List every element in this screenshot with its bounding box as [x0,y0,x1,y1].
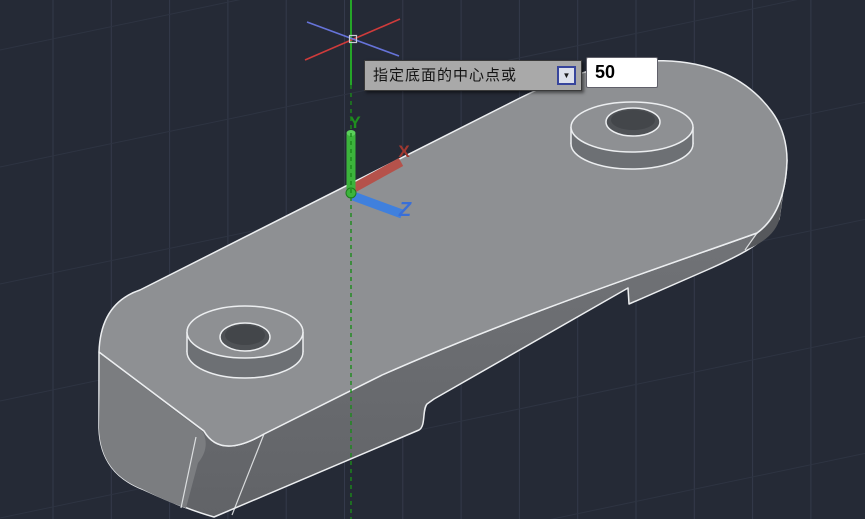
ucs-x-label: X [398,142,410,161]
hole-shadow [611,110,655,130]
boss-cylinder-right[interactable] [570,101,694,170]
boss-cylinder-left[interactable] [186,305,304,379]
autocad-viewport[interactable]: X Y Z 指定底面的中心点或 ▼ 50 [0,0,865,519]
dynamic-input-tooltip: 指定底面的中心点或 ▼ [364,60,582,91]
dynamic-input-prompt: 指定底面的中心点或 [373,67,518,84]
ucs-y-label: Y [349,113,361,132]
hole-shadow [225,325,265,345]
options-dropdown-button[interactable]: ▼ [557,66,576,85]
ucs-z-label: Z [398,199,412,221]
dynamic-input-field[interactable]: 50 [586,57,658,88]
down-arrow-icon: ▼ [562,70,571,80]
